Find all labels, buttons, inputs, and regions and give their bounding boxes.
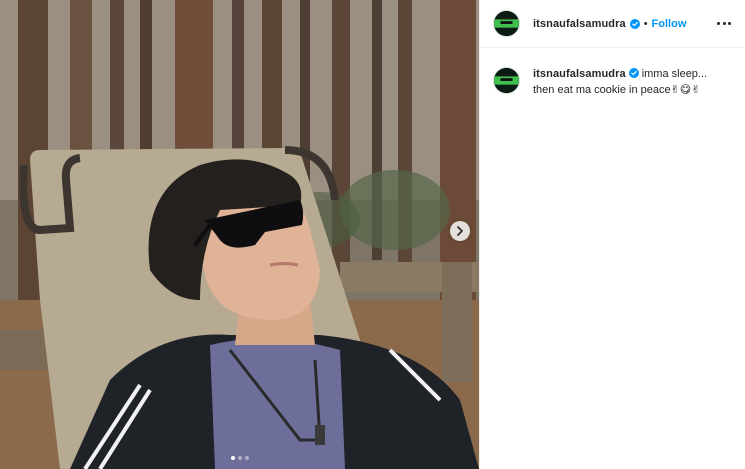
caption-text: itsnaufalsamudra imma sleep... then eat m…	[533, 66, 707, 98]
more-options-icon	[717, 22, 720, 25]
carousel-next-button[interactable]	[450, 221, 470, 241]
chevron-right-icon	[457, 226, 463, 236]
post-side-panel: itsnaufalsamudra • Follow itsnaufalsamud…	[479, 0, 745, 469]
caption-line-1: imma sleep...	[641, 68, 708, 80]
post-caption: itsnaufalsamudra imma sleep... then eat m…	[480, 48, 745, 98]
caption-username-link[interactable]: itsnaufalsamudra	[533, 68, 626, 80]
header-separator: •	[643, 17, 648, 30]
carousel-dot-1	[230, 456, 235, 460]
carousel-dot-2	[237, 456, 242, 460]
caption-line-2: then eat ma cookie in peace✌😋✌	[533, 84, 701, 96]
post-photo	[0, 0, 479, 469]
avatar-image	[494, 11, 519, 36]
post-media[interactable]	[0, 0, 479, 469]
verified-badge-icon	[628, 68, 639, 78]
carousel-indicator	[0, 456, 479, 460]
avatar[interactable]	[493, 10, 520, 37]
verified-badge-icon	[629, 18, 640, 29]
caption-avatar[interactable]	[493, 67, 520, 94]
post-header: itsnaufalsamudra • Follow	[480, 0, 745, 48]
more-options-button[interactable]	[717, 19, 731, 29]
instagram-post: itsnaufalsamudra • Follow itsnaufalsamud…	[0, 0, 745, 469]
username-link[interactable]: itsnaufalsamudra	[533, 18, 626, 30]
carousel-dot-3	[244, 456, 249, 460]
follow-button[interactable]: Follow	[652, 18, 687, 30]
avatar-image	[494, 68, 519, 93]
